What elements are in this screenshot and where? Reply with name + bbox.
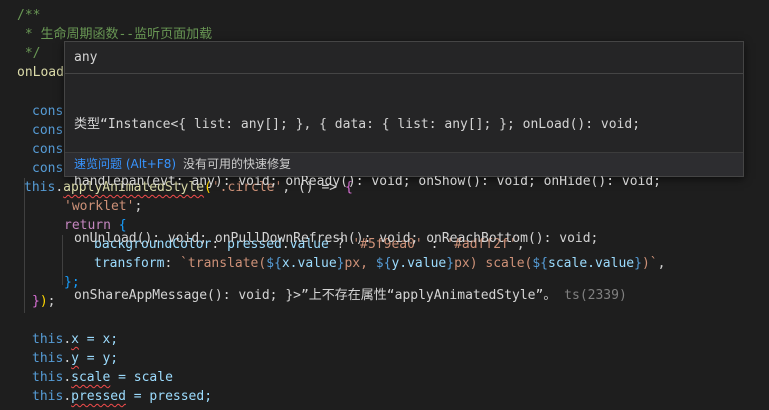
error-identifier[interactable]: scale xyxy=(71,370,110,385)
dot: . xyxy=(63,389,72,404)
hover-tooltip: any 类型“Instance<{ list: any[]; }, { data… xyxy=(64,41,744,303)
code-line-this-pressed: this.pressed = pressed; xyxy=(32,387,212,406)
no-quick-fix-label: 没有可用的快速修复 xyxy=(183,157,292,171)
this-keyword: this xyxy=(32,370,64,385)
code-line-comment: */ xyxy=(17,46,41,61)
hover-status-bar: 速览问题 (Alt+F8) 没有可用的快速修复 xyxy=(65,152,743,176)
indent-guide xyxy=(24,178,25,313)
error-message-line: onUnload(): void; onPullDownRefresh(): v… xyxy=(74,231,599,246)
this-keyword: this xyxy=(32,351,64,366)
error-message: 类型“Instance<{ list: any[]; }, { data: { … xyxy=(74,77,734,343)
code-line-this-y: this.y = y; xyxy=(32,349,118,368)
code-line-this-scale: this.scale = scale xyxy=(32,368,173,387)
error-message-line: 类型“Instance<{ list: any[]; }, { data: { … xyxy=(74,117,641,132)
code-line-comment: /** xyxy=(17,8,41,23)
paren: ) xyxy=(39,294,48,309)
peek-problem-link[interactable]: 速览问题 (Alt+F8) xyxy=(74,153,176,175)
dot: . xyxy=(63,370,72,385)
error-message-text: onShareAppMessage(): void; }>”上不存在属性“app… xyxy=(74,288,557,303)
hover-type: any xyxy=(74,50,98,65)
this-keyword: this xyxy=(24,180,56,195)
error-identifier[interactable]: y xyxy=(71,351,79,366)
dot: . xyxy=(63,351,72,366)
dot: . xyxy=(63,332,72,347)
assignment: = scale xyxy=(110,370,173,385)
error-identifier[interactable]: pressed xyxy=(71,389,126,404)
brace: } xyxy=(32,294,40,309)
dot: . xyxy=(55,180,64,195)
assignment: = pressed; xyxy=(125,389,213,404)
this-keyword: this xyxy=(32,389,64,404)
error-message-line: onShareAppMessage(): void; }>”上不存在属性“app… xyxy=(74,286,734,305)
code-line-onload: onLoad xyxy=(17,65,64,80)
assignment: = y; xyxy=(78,351,119,366)
this-keyword: this xyxy=(32,332,64,347)
code-line-close-call: }); xyxy=(32,292,55,311)
semicolon: ; xyxy=(47,294,56,309)
indent-guide xyxy=(62,235,63,285)
divider xyxy=(65,73,743,74)
error-code: ts(2339) xyxy=(564,288,627,303)
